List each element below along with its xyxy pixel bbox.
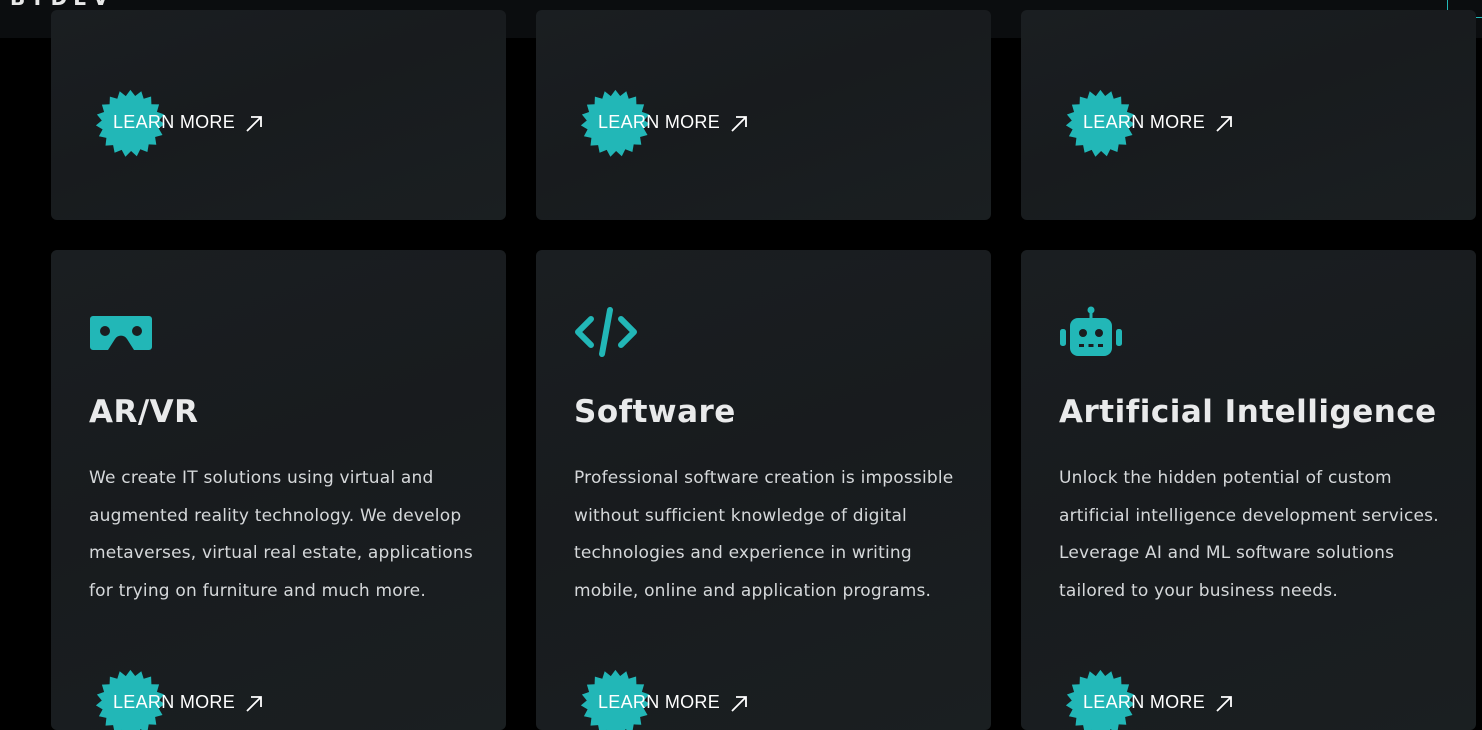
learn-more-button[interactable]: LEARN MORE xyxy=(89,666,289,730)
description-line: without sufficient knowledge of digital xyxy=(574,505,907,526)
learn-more-label: LEARN MORE xyxy=(1083,692,1206,712)
learn-more-label: LEARN MORE xyxy=(598,112,721,132)
arrow-up-right-icon xyxy=(1216,116,1232,132)
description-line: Professional software creation is imposs… xyxy=(574,468,954,488)
description-line: augmented reality technology. We develop xyxy=(89,505,462,526)
description-line: tailored to your business needs. xyxy=(1059,580,1338,601)
card-description: Unlock the hidden potential of custom ar… xyxy=(1059,460,1449,610)
learn-more-button[interactable]: LEARN MORE xyxy=(574,666,774,730)
service-card: LEARN MORE xyxy=(51,10,506,220)
learn-more-label: LEARN MORE xyxy=(1083,112,1206,132)
arrow-up-right-icon xyxy=(731,116,747,132)
card-description: Professional software creation is imposs… xyxy=(574,460,964,610)
vr-headset-icon xyxy=(90,316,152,350)
card-description: We create IT solutions using virtual and… xyxy=(89,460,479,610)
service-card: LEARN MORE xyxy=(1021,10,1476,220)
code-icon xyxy=(575,307,637,357)
learn-more-button[interactable]: LEARN MORE xyxy=(1059,666,1259,730)
service-card: LEARN MORE xyxy=(536,10,991,220)
learn-more-button[interactable]: LEARN MORE xyxy=(89,86,289,162)
robot-icon xyxy=(1060,306,1122,356)
learn-more-label: LEARN MORE xyxy=(113,692,236,712)
service-card-ar-vr: AR/VR We create IT solutions using virtu… xyxy=(51,250,506,730)
arrow-up-right-icon xyxy=(1216,696,1232,712)
service-card-software: Software Professional software creation … xyxy=(536,250,991,730)
card-title: Software xyxy=(574,394,736,430)
card-title: AR/VR xyxy=(89,394,199,430)
arrow-up-right-icon xyxy=(731,696,747,712)
description-line: artificial intelligence development serv… xyxy=(1059,505,1439,526)
service-card-ai: Artificial Intelligence Unlock the hidde… xyxy=(1021,250,1476,730)
arrow-up-right-icon xyxy=(246,116,262,132)
arrow-up-right-icon xyxy=(246,696,262,712)
logo[interactable]: BYDEV xyxy=(10,0,114,10)
description-line: Leverage AI and ML software solutions xyxy=(1059,543,1395,564)
description-line: technologies and experience in writing xyxy=(574,543,912,564)
description-line: Unlock the hidden potential of custom xyxy=(1059,468,1392,488)
card-title: Artificial Intelligence xyxy=(1059,394,1437,430)
learn-more-button[interactable]: LEARN MORE xyxy=(1059,86,1259,162)
description-line: We create IT solutions using virtual and xyxy=(89,468,434,488)
learn-more-button[interactable]: LEARN MORE xyxy=(574,86,774,162)
description-line: mobile, online and application programs. xyxy=(574,580,932,601)
description-line: for trying on furniture and much more. xyxy=(89,580,426,601)
learn-more-label: LEARN MORE xyxy=(113,112,236,132)
learn-more-label: LEARN MORE xyxy=(598,692,721,712)
description-line: metaverses, virtual real estate, applica… xyxy=(89,543,473,564)
